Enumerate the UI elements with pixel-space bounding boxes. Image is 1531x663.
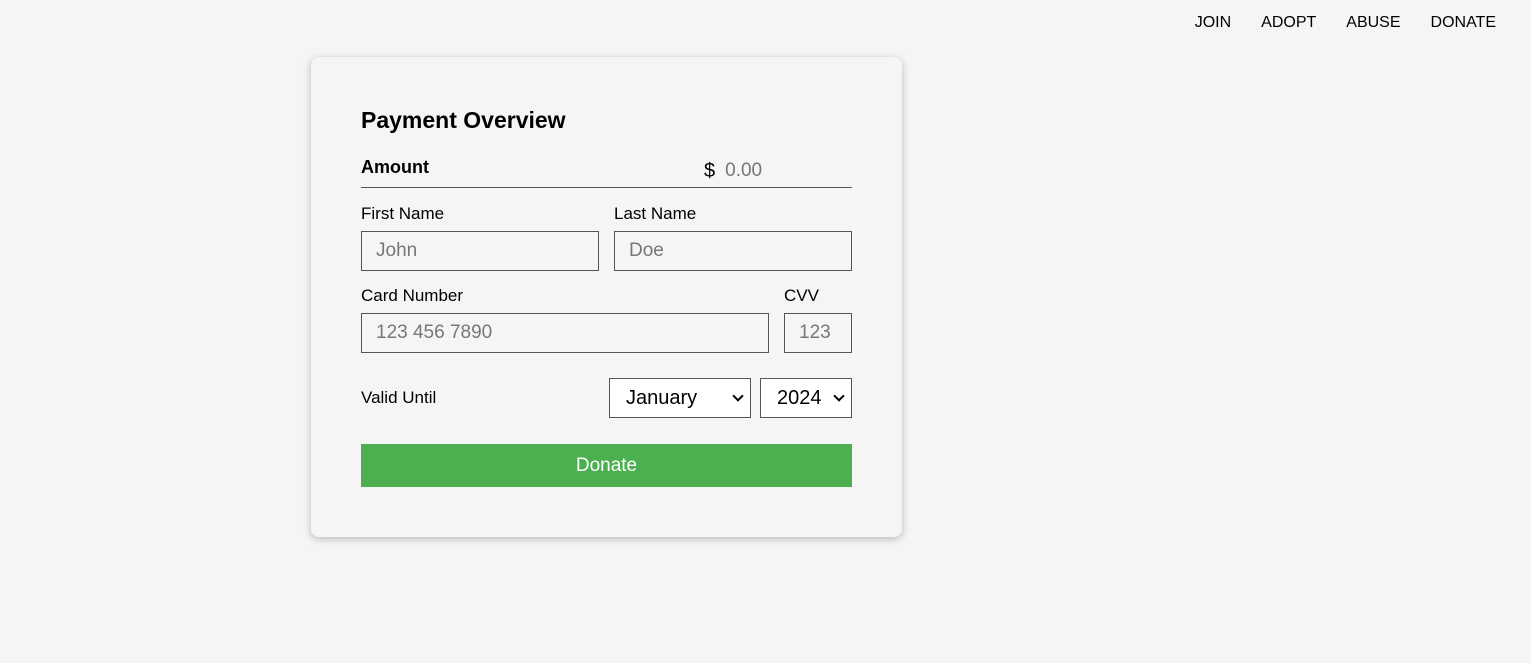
chevron-down-icon bbox=[732, 390, 744, 402]
nav-join-link[interactable]: JOIN bbox=[1195, 13, 1231, 33]
first-name-field[interactable] bbox=[361, 231, 599, 271]
payment-card: Payment Overview Amount $ First Name Las… bbox=[311, 57, 902, 537]
cvv-field[interactable] bbox=[784, 313, 852, 353]
cvv-label: CVV bbox=[784, 286, 819, 305]
valid-until-label: Valid Until bbox=[361, 388, 437, 407]
top-navigation: JOIN ADOPT ABUSE DONATE bbox=[1195, 13, 1496, 33]
first-name-label: First Name bbox=[361, 204, 445, 223]
card-number-label: Card Number bbox=[361, 286, 464, 305]
amount-label: Amount bbox=[361, 157, 429, 177]
expiry-year-select[interactable]: 2024 bbox=[760, 378, 852, 418]
expiry-year-value: 2024 bbox=[777, 386, 822, 409]
nav-abuse-link[interactable]: ABUSE bbox=[1346, 13, 1400, 33]
donate-button[interactable]: Donate bbox=[361, 444, 852, 487]
amount-input[interactable] bbox=[725, 160, 850, 182]
last-name-field[interactable] bbox=[614, 231, 852, 271]
expiry-month-value: January bbox=[626, 386, 698, 409]
amount-input-group: $ bbox=[704, 160, 852, 182]
card-number-field[interactable] bbox=[361, 313, 769, 353]
page-title: Payment Overview bbox=[361, 107, 566, 133]
nav-donate-link[interactable]: DONATE bbox=[1431, 13, 1496, 33]
nav-adopt-link[interactable]: ADOPT bbox=[1261, 13, 1316, 33]
last-name-label: Last Name bbox=[614, 204, 697, 223]
amount-row: Amount $ bbox=[361, 156, 852, 188]
chevron-down-icon bbox=[833, 390, 845, 402]
expiry-month-select[interactable]: January bbox=[609, 378, 751, 418]
currency-symbol: $ bbox=[704, 160, 716, 182]
